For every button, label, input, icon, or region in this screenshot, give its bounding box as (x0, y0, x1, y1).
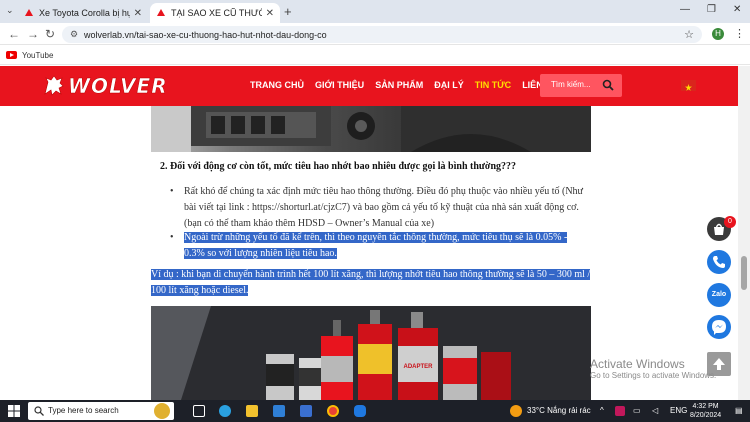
tab-title: TẠI SAO XE CŨ THƯỜNG HAO HỤT (171, 8, 262, 18)
product-adapter-label: ADAPTER (403, 364, 433, 370)
call-button[interactable] (707, 250, 731, 274)
close-tab-icon[interactable]: ✕ (266, 8, 274, 19)
tray-chevron-icon[interactable]: ^ (600, 406, 604, 415)
bullet-item: • Rất khó để chúng ta xác định mức tiêu … (170, 184, 590, 232)
activate-windows-watermark: Activate Windows Go to Settings to activ… (590, 357, 716, 380)
section-heading: 2. Đối với động cơ còn tốt, mức tiêu hao… (160, 161, 517, 172)
page-scrollbar[interactable] (738, 66, 750, 400)
bookmark-star-icon[interactable]: ☆ (684, 28, 694, 41)
tab-toyota-corolla[interactable]: Xe Toyota Corolla bị hụt nhớt m ✕ (18, 3, 148, 23)
bullet-dot-icon: • (170, 232, 174, 243)
tray-app-icon[interactable] (615, 406, 625, 416)
bookmark-youtube[interactable]: YouTube (22, 51, 53, 60)
watermark-subtitle: Go to Settings to activate Windows. (590, 371, 717, 380)
chrome-icon[interactable] (327, 405, 339, 417)
tab-tai-sao-xe-cu[interactable]: TẠI SAO XE CŨ THƯỜNG HAO HỤT ✕ (150, 3, 280, 23)
nav-dai-ly[interactable]: ĐẠI LÝ (434, 80, 464, 90)
nav-trang-chu[interactable]: TRANG CHỦ (250, 80, 304, 90)
site-header: WOLVER TRANG CHỦ GIỚI THIỆU SẢN PHẨM ĐẠI… (0, 66, 738, 106)
close-window-icon[interactable]: ✕ (733, 4, 741, 15)
close-tab-icon[interactable]: ✕ (134, 8, 142, 19)
mail-icon[interactable] (273, 405, 285, 417)
phone-icon (713, 256, 725, 268)
engine-photo (151, 106, 591, 152)
search-highlight-icon[interactable] (154, 403, 170, 419)
lion-logo-icon (44, 75, 64, 96)
volume-icon[interactable]: ◁ (652, 406, 658, 415)
article-content: 2. Đối với động cơ còn tốt, mức tiêu hao… (0, 106, 738, 400)
edge-icon[interactable] (219, 405, 231, 417)
vietnam-flag-icon[interactable] (681, 80, 696, 91)
tab-title: Xe Toyota Corolla bị hụt nhớt m (39, 8, 130, 18)
site-info-icon[interactable]: ⚙ (70, 29, 78, 40)
forward-icon[interactable]: → (27, 27, 39, 41)
store-icon[interactable] (300, 405, 312, 417)
network-icon[interactable]: ▭ (633, 406, 641, 415)
bullet-text-highlighted: Ngoài trừ những yếu tố đã kể trên, thì t… (184, 232, 568, 259)
messenger-icon (712, 320, 726, 335)
notification-icon[interactable]: ▤ (735, 406, 743, 415)
weather-text[interactable]: 33°C Nắng rải rác (527, 406, 591, 415)
address-bar-row: ← → ↻ ⚙ wolverlab.vn/tai-sao-xe-cu-thuon… (0, 23, 750, 45)
back-icon[interactable]: ← (8, 27, 20, 41)
file-explorer-icon[interactable] (246, 405, 258, 417)
example-paragraph: Ví dụ : khi bạn di chuyển hành trình hết… (151, 267, 591, 299)
nav-tin-tuc[interactable]: TIN TỨC (475, 80, 511, 90)
site-search-input[interactable]: Tìm kiếm... (540, 74, 622, 97)
language-indicator[interactable]: ENG (670, 406, 687, 415)
reload-icon[interactable]: ↻ (45, 27, 55, 41)
wolver-logo[interactable]: WOLVER (42, 73, 168, 99)
browser-menu-icon[interactable]: ⋮ (734, 27, 745, 40)
search-icon (34, 406, 44, 416)
youtube-icon (6, 51, 17, 59)
taskbar-search-input[interactable]: Type here to search (28, 402, 174, 420)
wolver-favicon-icon (25, 9, 33, 16)
nav-san-pham[interactable]: SẢN PHẨM (375, 80, 423, 90)
bullet-text: Rất khó để chúng ta xác định mức tiêu ha… (184, 186, 583, 229)
messenger-button[interactable] (707, 315, 731, 339)
main-nav: TRANG CHỦ GIỚI THIỆU SẢN PHẨM ĐẠI LÝ TIN… (250, 80, 558, 90)
scrollbar-thumb[interactable] (741, 256, 747, 290)
bullet-item-selected: • Ngoài trừ những yếu tố đã kể trên, thì… (170, 230, 590, 262)
windows-taskbar: Type here to search 33°C Nắng rải rác ^ … (0, 400, 750, 422)
watermark-title: Activate Windows (590, 357, 685, 371)
products-photo: ADAPTER (151, 306, 591, 400)
search-placeholder: Tìm kiếm... (551, 80, 591, 89)
taskbar-search-placeholder: Type here to search (48, 406, 119, 415)
windows-start-icon[interactable] (8, 405, 20, 417)
weather-icon (510, 405, 522, 417)
task-view-icon[interactable] (193, 405, 205, 417)
wolver-favicon-icon (157, 9, 165, 16)
cart-count-badge: 0 (724, 216, 736, 228)
brand-wordmark: WOLVER (68, 74, 168, 99)
minimize-icon[interactable]: — (680, 4, 690, 15)
clock-time: 4:32 PM (692, 403, 719, 410)
profile-avatar[interactable]: H (712, 28, 724, 40)
clock-date: 8/20/2024 (690, 412, 722, 419)
new-tab-icon[interactable]: + (284, 4, 292, 19)
bullet-dot-icon: • (170, 186, 174, 197)
url-field[interactable]: ⚙ wolverlab.vn/tai-sao-xe-cu-thuong-hao-… (62, 26, 702, 43)
bookmarks-bar: YouTube (0, 46, 750, 65)
zalo-icon: Zalo (711, 291, 727, 298)
restore-icon[interactable]: ❐ (707, 4, 716, 15)
zalo-taskbar-icon[interactable] (354, 405, 366, 417)
browser-tab-strip: ⌄ Xe Toyota Corolla bị hụt nhớt m ✕ TẠI … (0, 0, 750, 23)
zalo-button[interactable]: Zalo (707, 283, 731, 307)
tab-search-icon[interactable]: ⌄ (6, 5, 14, 16)
example-text-highlighted: Ví dụ : khi bạn di chuyển hành trình hết… (151, 269, 591, 296)
url-text: wolverlab.vn/tai-sao-xe-cu-thuong-hao-hu… (84, 29, 327, 40)
search-icon[interactable] (602, 79, 614, 91)
clock[interactable]: 4:32 PM 8/20/2024 (690, 402, 721, 420)
nav-gioi-thieu[interactable]: GIỚI THIỆU (315, 80, 364, 90)
